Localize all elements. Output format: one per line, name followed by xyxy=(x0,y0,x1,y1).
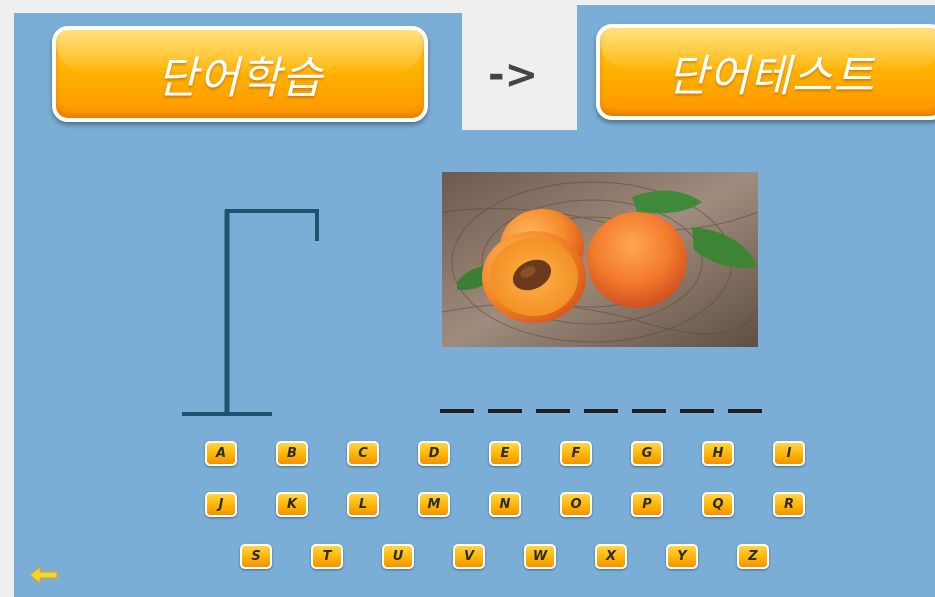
letter-key-w[interactable]: W xyxy=(524,544,556,569)
letter-blank xyxy=(680,409,714,413)
letter-key-n[interactable]: N xyxy=(489,492,521,517)
letter-key-j[interactable]: J xyxy=(205,492,237,517)
letter-blank xyxy=(488,409,522,413)
letter-key-v[interactable]: V xyxy=(453,544,485,569)
back-arrow-icon[interactable] xyxy=(30,566,58,584)
letter-key-l[interactable]: L xyxy=(347,492,379,517)
word-test-button[interactable]: 단어테스트 xyxy=(596,24,935,120)
letter-key-t[interactable]: T xyxy=(311,544,343,569)
letter-key-e[interactable]: E xyxy=(489,441,521,466)
letter-key-y[interactable]: Y xyxy=(666,544,698,569)
letter-key-o[interactable]: O xyxy=(560,492,592,517)
letter-key-q[interactable]: Q xyxy=(702,492,734,517)
letter-key-g[interactable]: G xyxy=(631,441,663,466)
letter-key-x[interactable]: X xyxy=(595,544,627,569)
letter-blank xyxy=(536,409,570,413)
word-learning-label: 단어학습 xyxy=(157,53,323,104)
letter-key-c[interactable]: C xyxy=(347,441,379,466)
letter-key-d[interactable]: D xyxy=(418,441,450,466)
letter-key-p[interactable]: P xyxy=(631,492,663,517)
hangman-gallows xyxy=(182,209,319,416)
arrow-label: -> xyxy=(488,52,539,98)
letter-key-i[interactable]: I xyxy=(773,441,805,466)
letter-key-z[interactable]: Z xyxy=(737,544,769,569)
word-learning-button[interactable]: 단어학습 xyxy=(52,26,428,122)
word-test-label: 단어테스트 xyxy=(667,51,875,102)
letter-key-u[interactable]: U xyxy=(382,544,414,569)
word-blanks xyxy=(440,409,762,413)
letter-key-m[interactable]: M xyxy=(418,492,450,517)
letter-key-h[interactable]: H xyxy=(702,441,734,466)
letter-key-a[interactable]: A xyxy=(205,441,237,466)
letter-blank xyxy=(728,409,762,413)
letter-blank xyxy=(632,409,666,413)
letter-blank xyxy=(440,409,474,413)
letter-blank xyxy=(584,409,618,413)
word-picture-apricots xyxy=(442,172,758,347)
letter-key-s[interactable]: S xyxy=(240,544,272,569)
letter-key-r[interactable]: R xyxy=(773,492,805,517)
letter-key-b[interactable]: B xyxy=(276,441,308,466)
letter-key-f[interactable]: F xyxy=(560,441,592,466)
letter-key-k[interactable]: K xyxy=(276,492,308,517)
